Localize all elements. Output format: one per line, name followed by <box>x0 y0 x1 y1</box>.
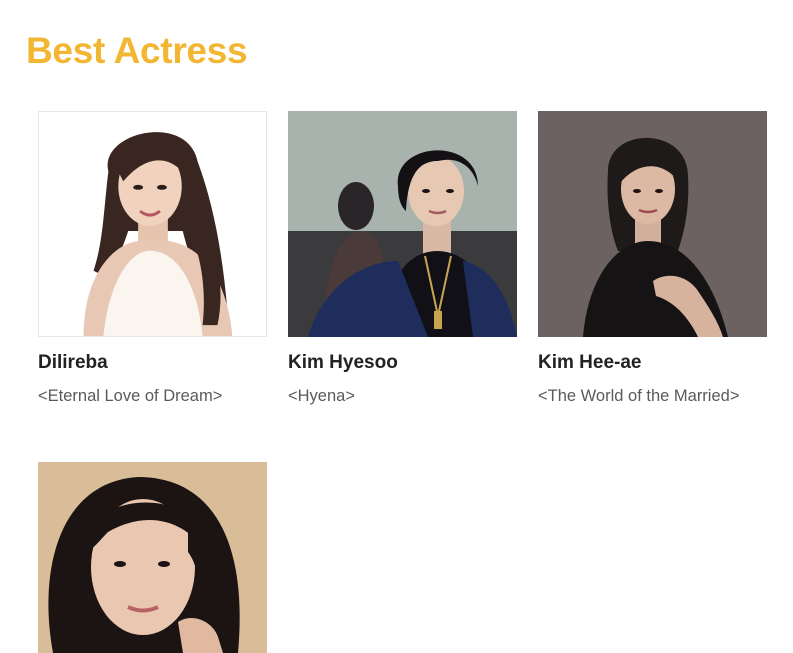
nominee-card[interactable]: Kim Hee-ae <The World of the Married> <box>538 111 767 406</box>
nominee-card[interactable]: Kim Hyesoo <Hyena> <box>288 111 517 406</box>
nominee-photo[interactable] <box>538 111 767 337</box>
nominee-work: <Hyena> <box>288 387 355 405</box>
nominee-name: Kim Hyesoo <box>288 352 398 373</box>
nominee-work: <Eternal Love of Dream> <box>38 387 223 405</box>
nominee-card[interactable] <box>38 462 267 653</box>
nominee-name: Kim Hee-ae <box>538 352 642 373</box>
nominee-photo[interactable] <box>38 462 267 653</box>
nominee-card[interactable]: Dilireba <Eternal Love of Dream> <box>38 111 267 406</box>
nominee-work: <The World of the Married> <box>538 387 740 405</box>
nominee-photo[interactable] <box>288 111 517 337</box>
section-title: Best Actress <box>26 30 248 71</box>
nominee-photo[interactable] <box>38 111 267 337</box>
nominee-name: Dilireba <box>38 352 108 373</box>
